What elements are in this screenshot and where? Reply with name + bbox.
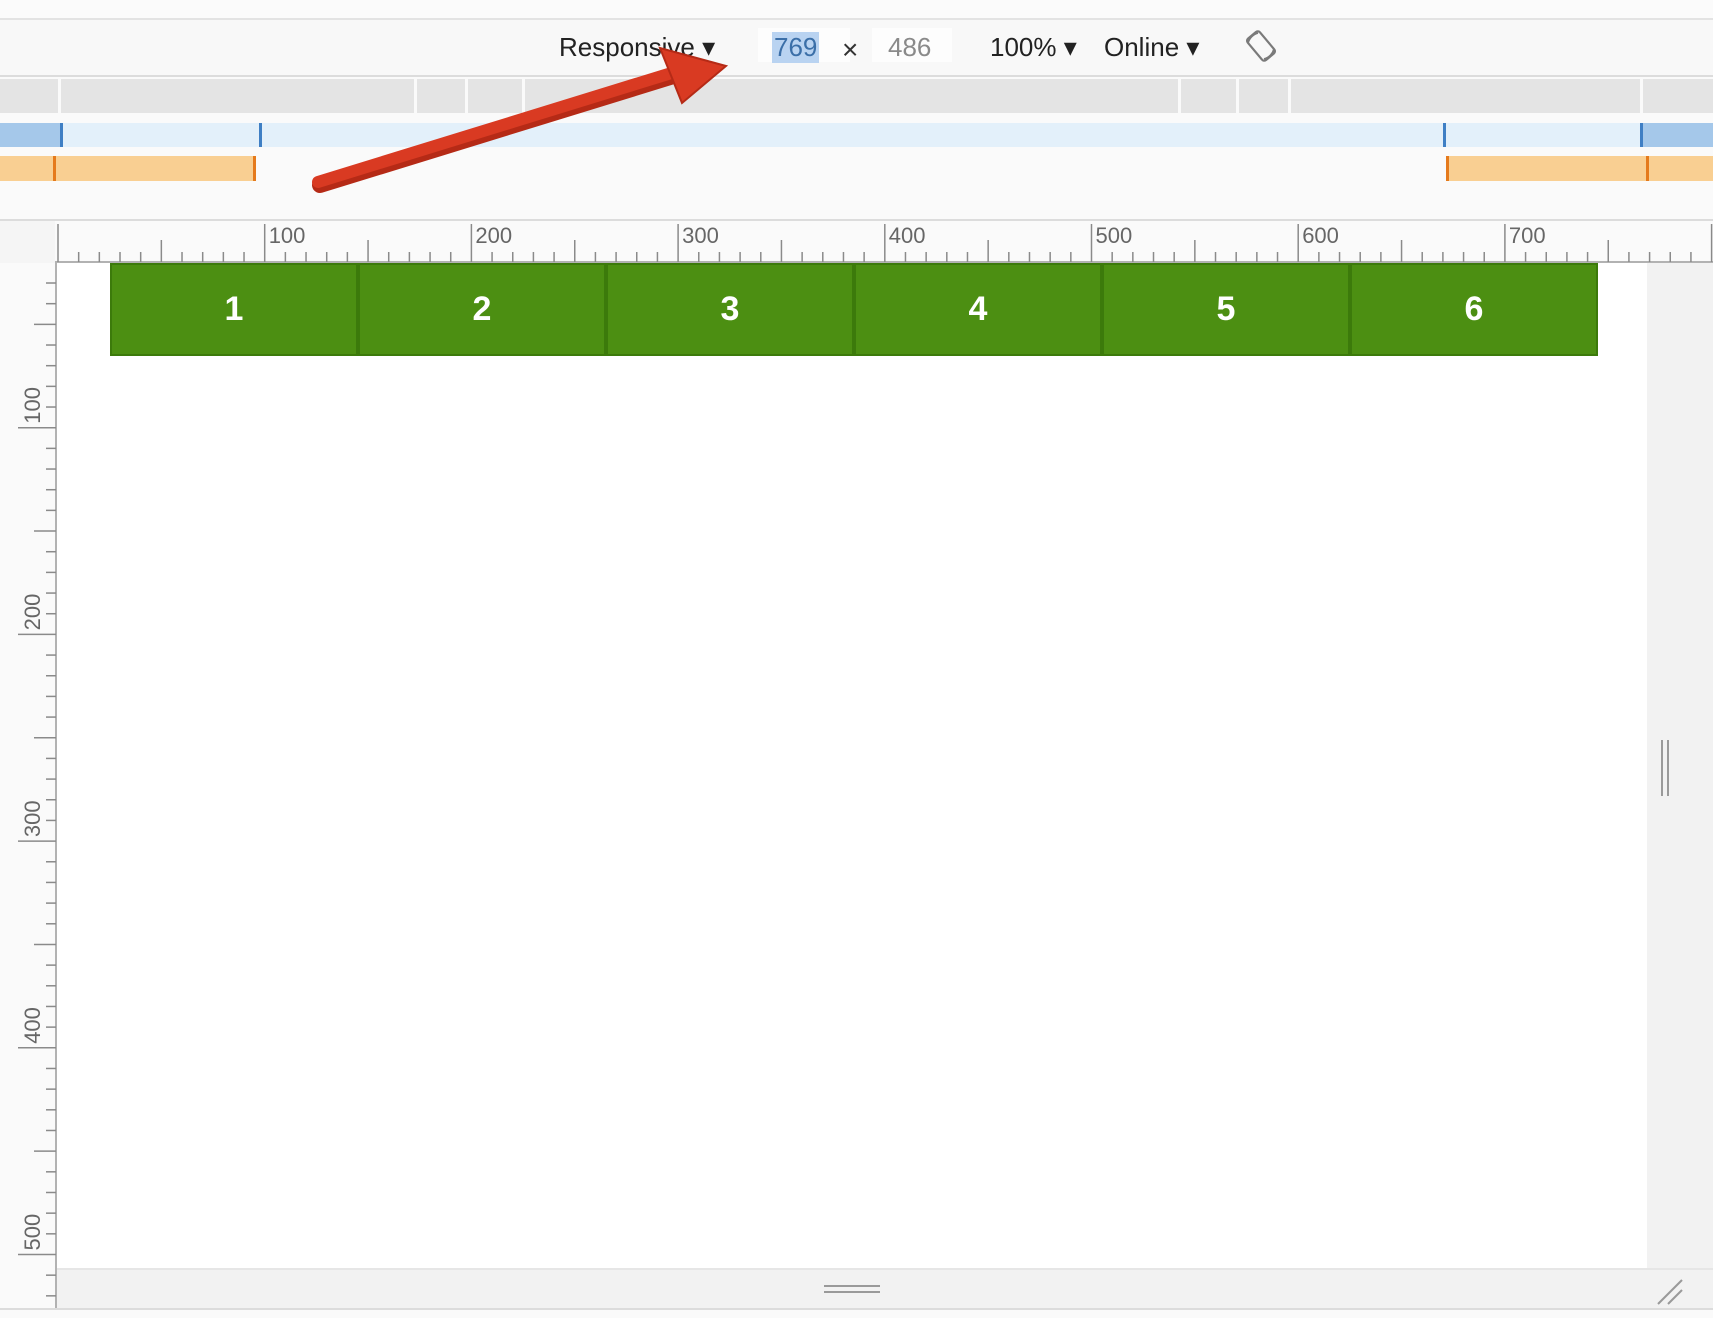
width-value: 769 — [772, 32, 820, 63]
height-value: 486 — [888, 32, 932, 62]
media-queries-bar — [0, 77, 1713, 221]
min-width-query-segment[interactable] — [1446, 156, 1713, 181]
query-boundary — [53, 156, 56, 181]
max-width-query-bar[interactable] — [0, 79, 1713, 113]
query-boundary — [253, 156, 256, 181]
ruler-label: 700 — [1509, 223, 1546, 248]
device-mode-select[interactable]: Responsive ▾ — [559, 32, 715, 63]
ruler-label: 600 — [1302, 223, 1339, 248]
network-throttling-select[interactable]: Online ▾ — [1104, 32, 1199, 63]
height-input[interactable]: 486 — [872, 28, 952, 62]
window-top-strip — [0, 0, 1713, 20]
ruler-corner — [0, 221, 55, 263]
query-boundary — [259, 123, 262, 147]
grid-box-2: 2 — [358, 263, 606, 356]
grid-box-3: 3 — [606, 263, 854, 356]
device-toolbar: Responsive ▾ 769 × 486 100% ▾ Online ▾ — [0, 20, 1713, 77]
rotate-icon[interactable] — [1244, 29, 1278, 63]
query-divider — [465, 79, 468, 113]
bottom-gutter — [57, 1268, 1713, 1310]
resize-handle-bottom-icon[interactable] — [824, 1282, 880, 1298]
grid-box-1: 1 — [110, 263, 358, 356]
ruler-label: 100 — [269, 223, 306, 248]
ruler-label: 300 — [20, 800, 45, 837]
width-input[interactable]: 769 — [758, 28, 850, 63]
query-divider — [414, 79, 417, 113]
query-divider — [1640, 79, 1643, 113]
query-boundary — [1640, 123, 1643, 147]
query-divider — [1178, 79, 1181, 113]
page-viewport: 1 2 3 4 5 6 — [57, 263, 1647, 1268]
ruler-label: 200 — [475, 223, 512, 248]
ruler-label: 300 — [682, 223, 719, 248]
ruler-label: 400 — [20, 1007, 45, 1044]
ruler-label: 500 — [1096, 223, 1133, 248]
resize-handle-right-icon[interactable] — [1658, 740, 1672, 796]
ruler-label: 100 — [20, 387, 45, 424]
ruler-label: 400 — [889, 223, 926, 248]
query-boundary — [60, 123, 63, 147]
query-boundary — [1446, 156, 1449, 181]
min-width-query-segment[interactable] — [0, 156, 256, 181]
resize-corner-icon[interactable] — [1654, 1276, 1684, 1306]
query-segment[interactable] — [0, 123, 62, 147]
grid-box-4: 4 — [854, 263, 1102, 356]
ruler-label: 200 — [20, 594, 45, 631]
query-boundary — [1646, 156, 1649, 181]
query-segment[interactable] — [1641, 123, 1713, 147]
vertical-ruler: 100 200 300 400 500 — [0, 263, 57, 1316]
grid-box-5: 5 — [1102, 263, 1350, 356]
query-divider — [522, 79, 525, 113]
query-divider — [58, 79, 61, 113]
horizontal-ruler: 100 200 300 400 500 600 700 — [55, 221, 1713, 263]
grid-box-6: 6 — [1350, 263, 1598, 356]
ruler-label: 500 — [20, 1214, 45, 1251]
query-boundary — [1443, 123, 1446, 147]
dimension-separator: × — [842, 34, 859, 65]
query-divider — [1236, 79, 1239, 113]
min-max-width-query-bar[interactable] — [0, 123, 1713, 147]
flex-row: 1 2 3 4 5 6 — [110, 263, 1598, 356]
query-divider — [1288, 79, 1291, 113]
panel-bottom-edge — [0, 1308, 1713, 1318]
zoom-select[interactable]: 100% ▾ — [990, 32, 1077, 63]
right-gutter — [1647, 263, 1713, 1268]
